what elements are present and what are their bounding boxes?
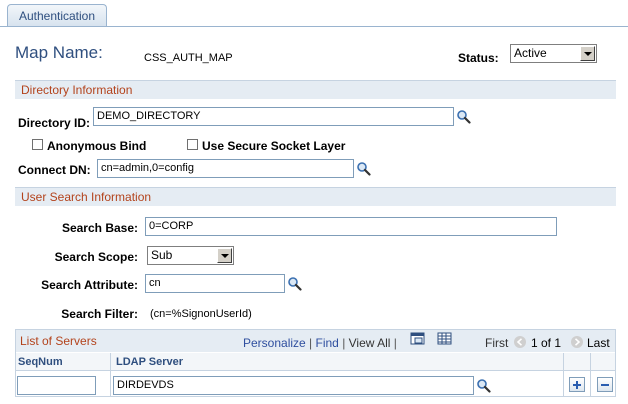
column-header-ldap-server[interactable]: LDAP Server (116, 356, 183, 368)
secure-socket-layer-checkbox[interactable] (187, 139, 198, 150)
tab-divider (0, 26, 628, 27)
connect-dn-lookup-icon[interactable] (356, 161, 371, 176)
section-directory-information: Directory Information (15, 80, 616, 99)
pager-next-icon[interactable] (570, 335, 584, 352)
anonymous-bind-checkbox[interactable] (32, 139, 43, 150)
view-all-link[interactable]: View All (349, 336, 391, 350)
first-link[interactable]: First (485, 336, 508, 350)
connect-dn-label: Connect DN: (18, 163, 91, 177)
status-select-value: Active (514, 46, 547, 60)
search-attribute-field[interactable]: cn (145, 274, 285, 293)
pager-previous-icon[interactable] (513, 335, 527, 352)
search-filter-label: Search Filter: (61, 307, 138, 321)
map-name-value: CSS_AUTH_MAP (144, 52, 233, 64)
table-row: DIRDEVDS (16, 372, 615, 396)
ldap-server-lookup-icon[interactable] (476, 378, 491, 393)
secure-socket-layer-label: Use Secure Socket Layer (202, 139, 346, 153)
download-grid-icon[interactable] (437, 332, 453, 349)
directory-id-lookup-icon[interactable] (456, 109, 471, 124)
search-base-field[interactable]: 0=CORP (145, 217, 557, 236)
find-link[interactable]: Find (316, 336, 339, 350)
search-base-label: Search Base: (61, 221, 138, 235)
grid-toolbar: Personalize | Find | View All | (243, 336, 397, 350)
chevron-down-icon[interactable] (217, 248, 232, 263)
pager-count: 1 of 1 (531, 336, 562, 350)
column-header-seqnum[interactable]: SeqNum (18, 356, 63, 368)
seqnum-field[interactable] (17, 376, 96, 395)
plus-icon-stroke (576, 381, 578, 389)
tab-authentication[interactable]: Authentication (7, 4, 107, 27)
minus-icon (601, 384, 609, 386)
last-link[interactable]: Last (587, 336, 610, 350)
status-select[interactable]: Active (510, 44, 597, 63)
search-attribute-lookup-icon[interactable] (287, 276, 302, 291)
new-window-icon[interactable] (410, 332, 426, 349)
servers-grid-column-headers (16, 353, 615, 371)
directory-id-label: Directory ID: (18, 116, 91, 130)
servers-grid-title: List of Servers (20, 334, 97, 348)
anonymous-bind-label: Anonymous Bind (47, 139, 147, 153)
search-scope-value: Sub (151, 248, 173, 262)
search-attribute-label: Search Attribute: (41, 278, 138, 292)
search-scope-label: Search Scope: (54, 250, 138, 264)
search-filter-value: (cn=%SignonUserId) (150, 308, 252, 320)
personalize-link[interactable]: Personalize (243, 336, 306, 350)
ldap-server-field[interactable]: DIRDEVDS (113, 376, 474, 395)
search-scope-select[interactable]: Sub (147, 246, 234, 265)
chevron-down-icon[interactable] (580, 46, 595, 61)
map-name-label: Map Name: (15, 43, 103, 62)
delete-row-button[interactable] (597, 377, 613, 392)
add-row-button[interactable] (569, 377, 585, 392)
status-label: Status: (458, 51, 499, 65)
connect-dn-field[interactable]: cn=admin,0=config (97, 159, 354, 178)
directory-id-field[interactable]: DEMO_DIRECTORY (93, 107, 454, 126)
separator: | (393, 336, 397, 350)
grid-pager: First (485, 336, 508, 350)
section-user-search-information: User Search Information (15, 187, 616, 206)
